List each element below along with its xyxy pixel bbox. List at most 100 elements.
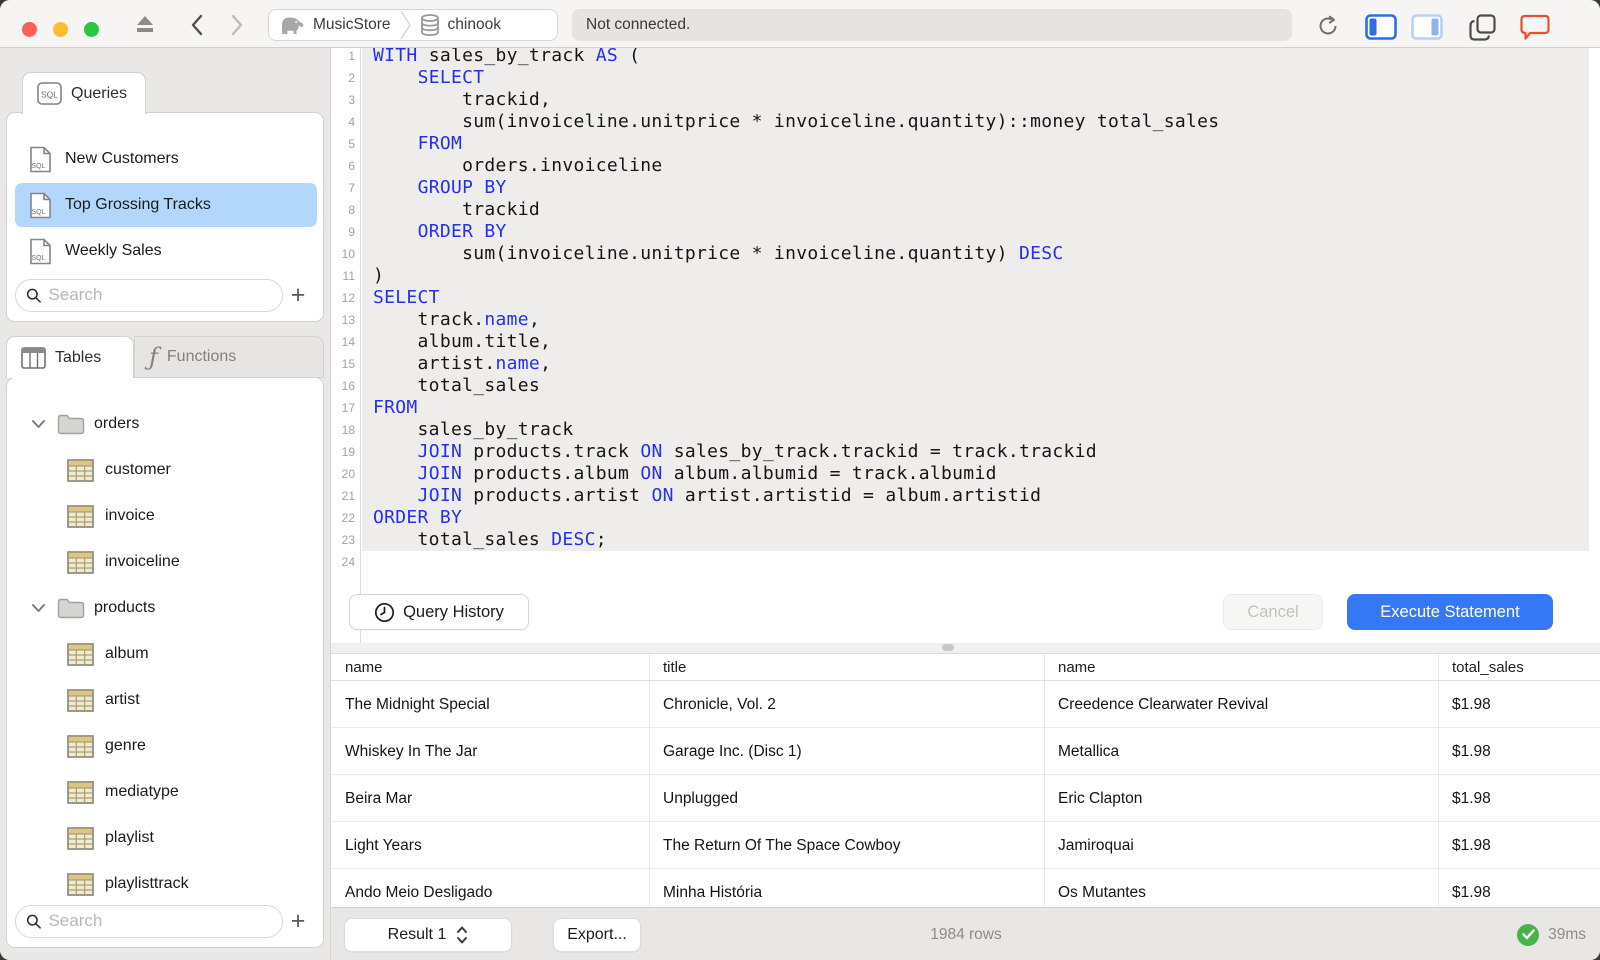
execute-statement-button[interactable]: Execute Statement <box>1347 594 1553 630</box>
tree-table-invoiceline[interactable]: invoiceline <box>7 539 323 585</box>
table-icon <box>67 504 94 528</box>
zoom-window-button[interactable] <box>84 22 99 37</box>
code-line-4[interactable]: sum(invoiceline.unitprice * invoiceline.… <box>373 111 1219 133</box>
table-cell[interactable]: $1.98 <box>1438 681 1600 728</box>
code-line-22[interactable]: ORDER BY <box>373 507 462 529</box>
code-line-7[interactable]: GROUP BY <box>373 177 507 199</box>
query-item-top-grossing-tracks[interactable]: SQL Top Grossing Tracks <box>15 183 317 227</box>
tree-table-album[interactable]: album <box>7 631 323 677</box>
code-line-20[interactable]: JOIN products.album ON album.albumid = t… <box>373 463 997 485</box>
results-column-header-2[interactable]: name <box>1044 654 1438 681</box>
table-cell[interactable]: Os Mutantes <box>1044 869 1438 907</box>
table-cell[interactable]: $1.98 <box>1438 775 1600 822</box>
splitter-handle-icon[interactable] <box>942 644 954 651</box>
results-table: name title name total_sales The Midnight Sp… <box>331 653 1600 907</box>
table-cell[interactable]: $1.98 <box>1438 869 1600 907</box>
table-cell[interactable]: Ando Meio Desligado <box>331 869 649 907</box>
tables-search-input[interactable] <box>48 911 272 931</box>
breadcrumb-server[interactable]: MusicStore <box>279 14 391 36</box>
table-cell[interactable]: Jamiroquai <box>1044 822 1438 869</box>
chevron-down-icon[interactable] <box>31 419 47 429</box>
code-line-9[interactable]: ORDER BY <box>373 221 507 243</box>
table-cell[interactable]: The Midnight Special <box>331 681 649 728</box>
table-cell[interactable]: Garage Inc. (Disc 1) <box>649 728 1044 775</box>
table-row[interactable]: The Midnight Special Chronicle, Vol. 2 Cre… <box>331 681 1600 728</box>
line-number: 23 <box>341 533 355 547</box>
code-line-16[interactable]: total_sales <box>373 375 540 397</box>
code-line-1[interactable]: WITH sales_by_track AS ( <box>373 48 640 67</box>
windows-button[interactable] <box>1466 14 1498 41</box>
tab-queries[interactable]: SQL Queries <box>22 72 146 114</box>
code-line-18[interactable]: sales_by_track <box>373 419 574 441</box>
tables-search[interactable] <box>15 904 283 938</box>
table-row[interactable]: Light Years The Return Of The Space Cowbo… <box>331 822 1600 869</box>
code-line-6[interactable]: orders.invoiceline <box>373 155 663 177</box>
table-cell[interactable]: Creedence Clearwater Revival <box>1044 681 1438 728</box>
tree-table-invoice[interactable]: invoice <box>7 493 323 539</box>
table-cell[interactable]: Whiskey In The Jar <box>331 728 649 775</box>
tree-folder-products[interactable]: products <box>7 585 323 631</box>
cancel-button[interactable]: Cancel <box>1223 594 1323 630</box>
close-window-button[interactable] <box>22 22 37 37</box>
results-column-header-0[interactable]: name <box>331 654 649 681</box>
code-line-15[interactable]: artist.name, <box>373 353 551 375</box>
chevron-down-icon[interactable] <box>31 603 47 613</box>
table-cell[interactable]: Metallica <box>1044 728 1438 775</box>
minimize-window-button[interactable] <box>53 22 68 37</box>
table-cell[interactable]: Eric Clapton <box>1044 775 1438 822</box>
eject-button[interactable] <box>131 14 159 34</box>
tab-functions[interactable]: ƒ Functions <box>134 336 324 378</box>
code-line-5[interactable]: FROM <box>373 133 462 155</box>
query-item-weekly-sales[interactable]: SQL Weekly Sales <box>15 229 317 273</box>
table-row[interactable]: Whiskey In The Jar Garage Inc. (Disc 1) Me… <box>331 728 1600 775</box>
table-cell[interactable]: Chronicle, Vol. 2 <box>649 681 1044 728</box>
feedback-button[interactable] <box>1518 14 1552 41</box>
code-line-8[interactable]: trackid <box>373 199 540 221</box>
results-column-header-1[interactable]: title <box>649 654 1044 681</box>
table-row[interactable]: Beira Mar Unplugged Eric Clapton $1.98 <box>331 775 1600 822</box>
table-cell[interactable]: $1.98 <box>1438 822 1600 869</box>
code-line-12[interactable]: SELECT <box>373 287 440 309</box>
back-button[interactable] <box>182 14 210 36</box>
results-column-header-3[interactable]: total_sales <box>1438 654 1600 681</box>
code-line-11[interactable]: ) <box>373 265 384 287</box>
code-line-3[interactable]: trackid, <box>373 89 551 111</box>
tree-folder-orders[interactable]: orders <box>7 401 323 447</box>
tree-table-playlist[interactable]: playlist <box>7 815 323 861</box>
add-table-button[interactable]: + <box>283 906 313 936</box>
code-line-13[interactable]: track.name, <box>373 309 540 331</box>
table-cell[interactable]: Beira Mar <box>331 775 649 822</box>
code-line-10[interactable]: sum(invoiceline.unitprice * invoiceline.… <box>373 243 1064 265</box>
queries-search[interactable] <box>15 278 283 312</box>
forward-button[interactable] <box>223 14 251 36</box>
breadcrumb-separator-icon <box>399 10 411 40</box>
breadcrumb-database[interactable]: chinook <box>419 13 501 37</box>
toggle-left-sidebar-button[interactable] <box>1364 14 1398 40</box>
results-splitter[interactable] <box>331 643 1600 653</box>
queries-search-input[interactable] <box>48 285 272 305</box>
table-cell[interactable]: The Return Of The Space Cowboy <box>649 822 1044 869</box>
code-line-17[interactable]: FROM <box>373 397 418 419</box>
reload-button[interactable] <box>1312 14 1344 38</box>
table-cell[interactable]: Light Years <box>331 822 649 869</box>
tree-table-genre[interactable]: genre <box>7 723 323 769</box>
code-line-14[interactable]: album.title, <box>373 331 551 353</box>
tab-tables[interactable]: Tables <box>6 336 134 378</box>
code-line-2[interactable]: SELECT <box>373 67 485 89</box>
toggle-right-sidebar-button[interactable] <box>1410 14 1444 40</box>
code-line-21[interactable]: JOIN products.artist ON artist.artistid … <box>373 485 1041 507</box>
tree-table-artist[interactable]: artist <box>7 677 323 723</box>
table-cell[interactable]: Minha História <box>649 869 1044 907</box>
query-history-button[interactable]: Query History <box>349 594 529 630</box>
table-cell[interactable]: Unplugged <box>649 775 1044 822</box>
query-item-new-customers[interactable]: SQL New Customers <box>15 137 317 181</box>
tree-table-customer[interactable]: customer <box>7 447 323 493</box>
sql-editor[interactable]: WITH sales_by_track AS ( SELECT trackid,… <box>362 48 1600 643</box>
table-cell[interactable]: $1.98 <box>1438 728 1600 775</box>
code-line-23[interactable]: total_sales DESC; <box>373 529 607 551</box>
query-item-label: Top Grossing Tracks <box>65 196 211 213</box>
table-row[interactable]: Ando Meio Desligado Minha História Os Muta… <box>331 869 1600 907</box>
add-query-button[interactable]: + <box>283 280 313 310</box>
tree-table-mediatype[interactable]: mediatype <box>7 769 323 815</box>
code-line-19[interactable]: JOIN products.track ON sales_by_track.tr… <box>373 441 1097 463</box>
